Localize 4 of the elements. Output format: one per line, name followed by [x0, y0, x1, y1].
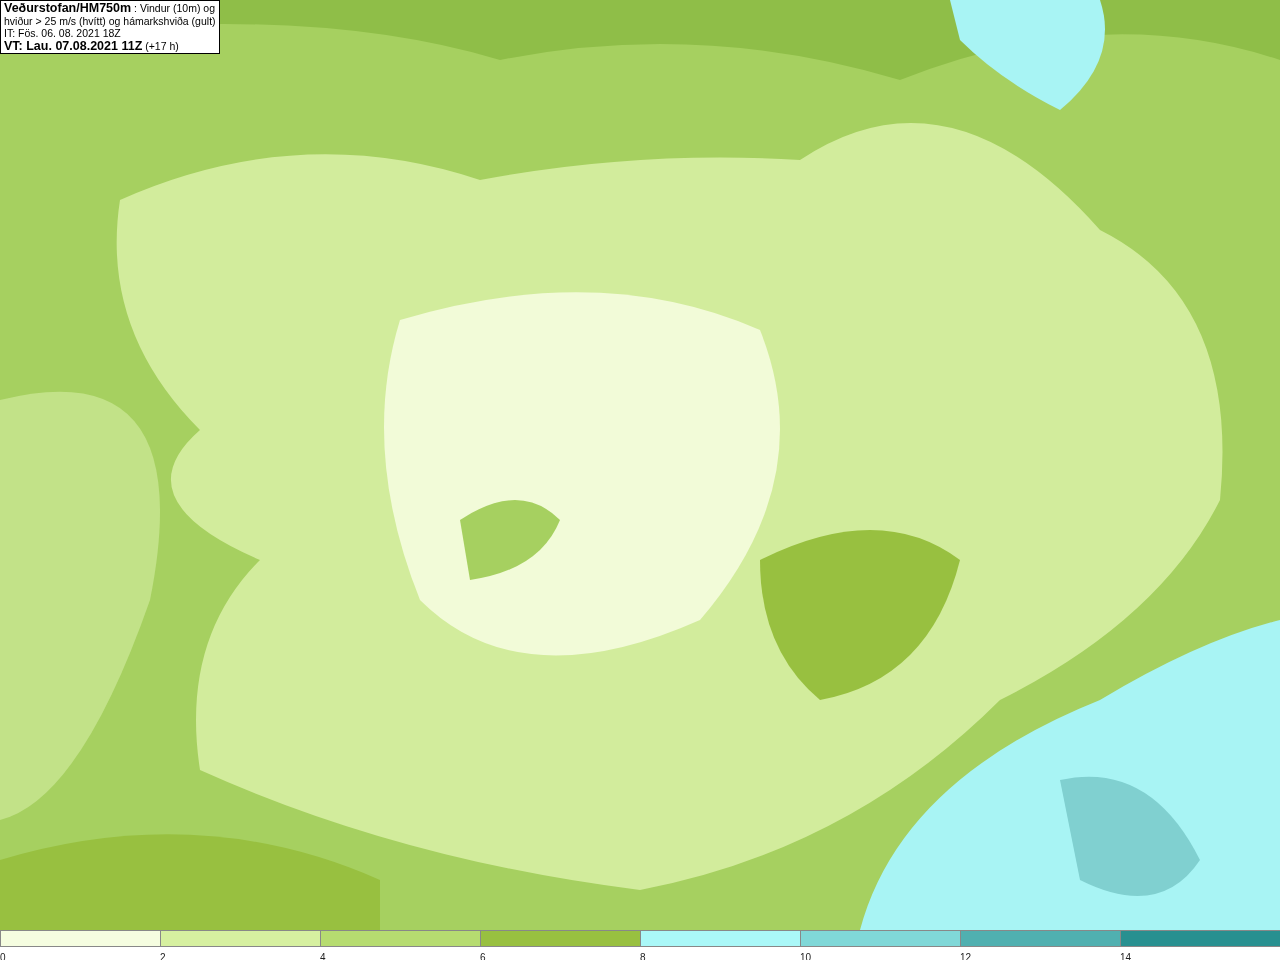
caption-text: IT: Fös. 06. 08. 2021 18Z	[4, 27, 122, 40]
caption-text: VT: Lau. 07.08.2021 11Z (+17 h)	[4, 39, 180, 52]
caption-text: Veðurstofan/HM750m : Vindur (10m) og	[4, 2, 216, 15]
caption-text: hviður > 25 m/s (hvítt) og hámarkshviða (gult)	[4, 14, 216, 27]
